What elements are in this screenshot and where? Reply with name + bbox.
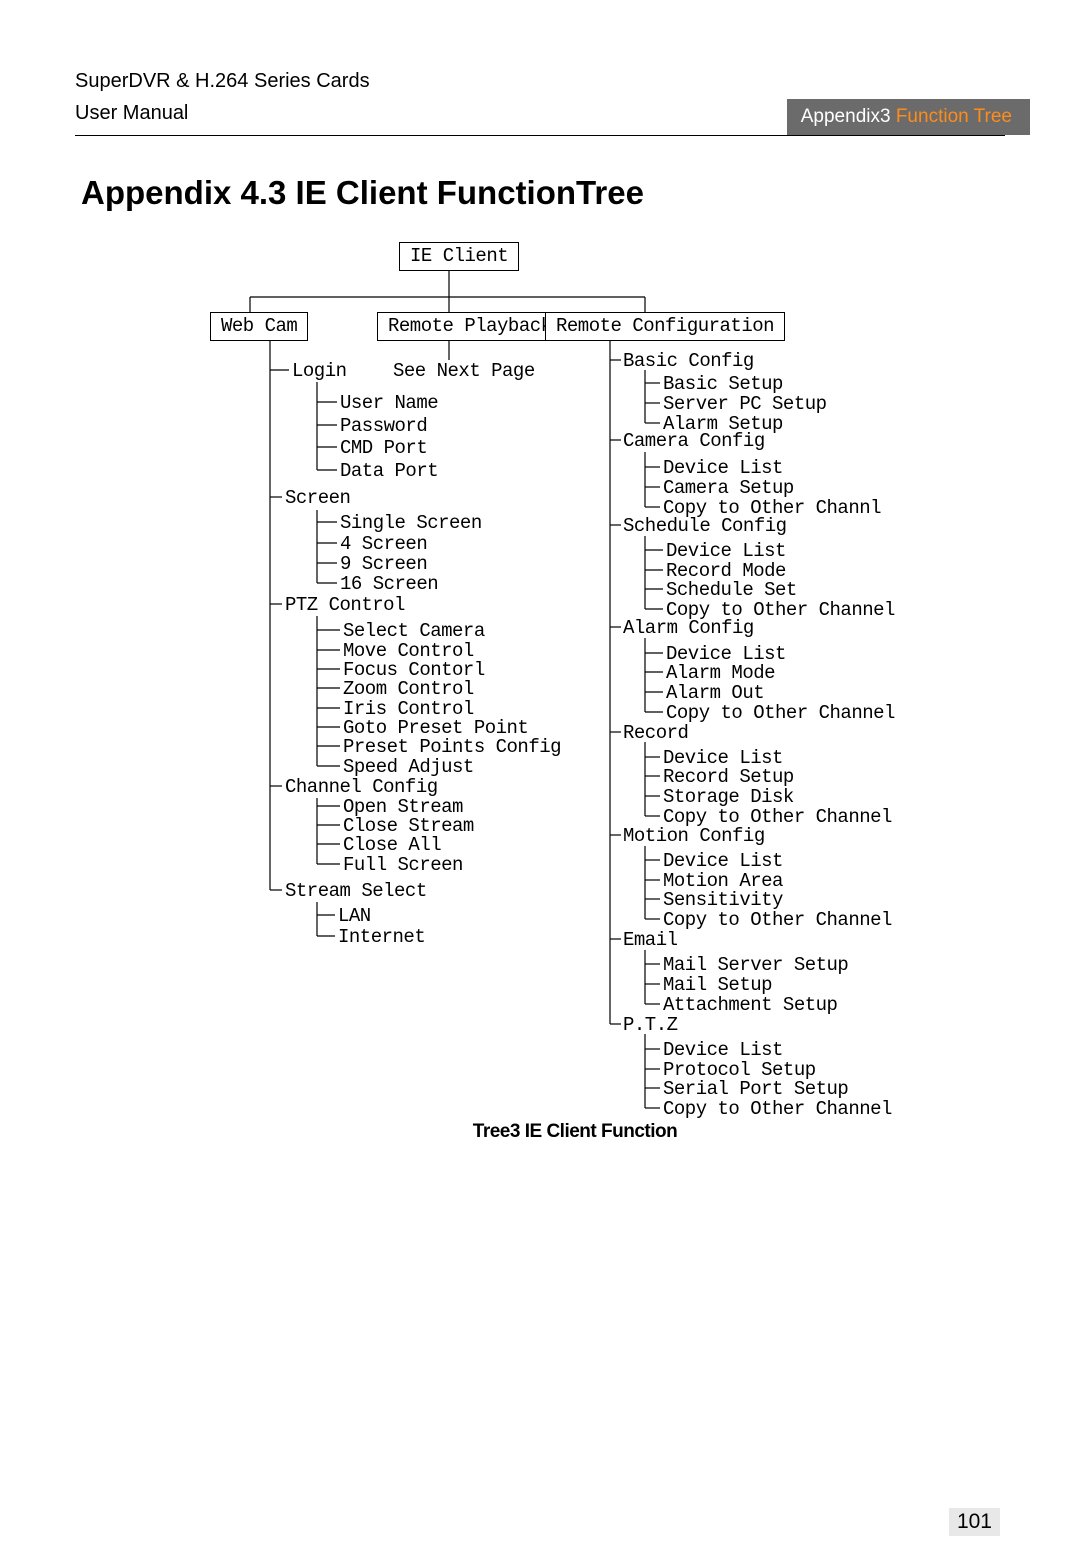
email-item-0: Mail Server Setup [663,956,848,975]
motion-item-3: Copy to Other Channel [663,911,892,930]
email-label: Email [623,931,678,950]
remote-playback-node: Remote Playback [377,312,563,341]
channel-config-label: Channel Config [285,778,438,797]
ptz-item-3: Zoom Control [343,680,474,699]
motion-item-0: Device List [663,852,783,871]
screen-item-0: Single Screen [340,514,482,533]
remote-config-node: Remote Configuration [545,312,785,341]
basic-config-label: Basic Config [623,352,754,371]
email-item-1: Mail Setup [663,976,772,995]
screen-label: Screen [285,489,350,508]
section-label-prefix: Appendix3 [801,106,896,127]
login-item-1: Password [340,417,427,436]
root-node: IE Client [399,242,519,271]
web-cam-node: Web Cam [210,312,308,341]
schedule-config-label: Schedule Config [623,517,787,536]
login-item-0: User Name [340,394,438,413]
ptzc-item-0: Device List [663,1041,783,1060]
record-item-1: Record Setup [663,768,794,787]
alarm-config-label: Alarm Config [623,619,754,638]
ptz-config-label: P.T.Z [623,1016,678,1035]
camera-config-label: Camera Config [623,432,765,451]
alarm-item-1: Alarm Mode [666,664,775,683]
section-label-accent: Function Tree [896,106,1012,127]
figure-caption: Tree3 IE Client Function [145,1122,1005,1141]
camera-item-0: Device List [663,459,783,478]
ptzc-item-2: Serial Port Setup [663,1080,848,1099]
page-number: 101 [949,1508,1000,1536]
header-left: SuperDVR & H.264 Series Cards User Manua… [75,65,370,129]
login-item-3: Data Port [340,462,438,481]
camera-item-1: Camera Setup [663,479,794,498]
ptz-label: PTZ Control [285,596,405,615]
record-item-2: Storage Disk [663,788,794,807]
login-label: Login [292,362,347,381]
login-item-2: CMD Port [340,439,427,458]
product-line: SuperDVR & H.264 Series Cards [75,65,370,97]
screen-item-1: 4 Screen [340,535,427,554]
page-title: Appendix 4.3 IE Client FunctionTree [81,174,1005,212]
see-next-page: See Next Page [393,362,535,381]
header-bar: SuperDVR & H.264 Series Cards User Manua… [75,65,1005,136]
screen-item-3: 16 Screen [340,575,438,594]
record-label: Record [623,724,688,743]
email-item-2: Attachment Setup [663,996,837,1015]
screen-item-2: 9 Screen [340,555,427,574]
channel-item-3: Full Screen [343,856,463,875]
schedule-item-0: Device List [666,542,786,561]
motion-config-label: Motion Config [623,827,765,846]
header-right: Appendix3 Function Tree [787,99,1030,135]
ptz-item-7: Speed Adjust [343,758,474,777]
channel-item-2: Close All [343,836,441,855]
schedule-item-2: Schedule Set [666,581,797,600]
function-tree-diagram: IE Client Web Cam Remote Playback Remote… [145,242,1005,1142]
alarm-item-3: Copy to Other Channel [666,704,895,723]
basic-item-1: Server PC Setup [663,395,827,414]
stream-select-label: Stream Select [285,882,427,901]
stream-item-0: LAN [338,907,371,926]
motion-item-2: Sensitivity [663,891,783,910]
basic-item-0: Basic Setup [663,375,783,394]
ptz-item-0: Select Camera [343,622,485,641]
ptz-item-6: Preset Points Config [343,738,561,757]
ptzc-item-3: Copy to Other Channel [663,1100,892,1119]
alarm-item-2: Alarm Out [666,684,764,703]
doc-type: User Manual [75,97,370,129]
stream-item-1: Internet [338,928,425,947]
